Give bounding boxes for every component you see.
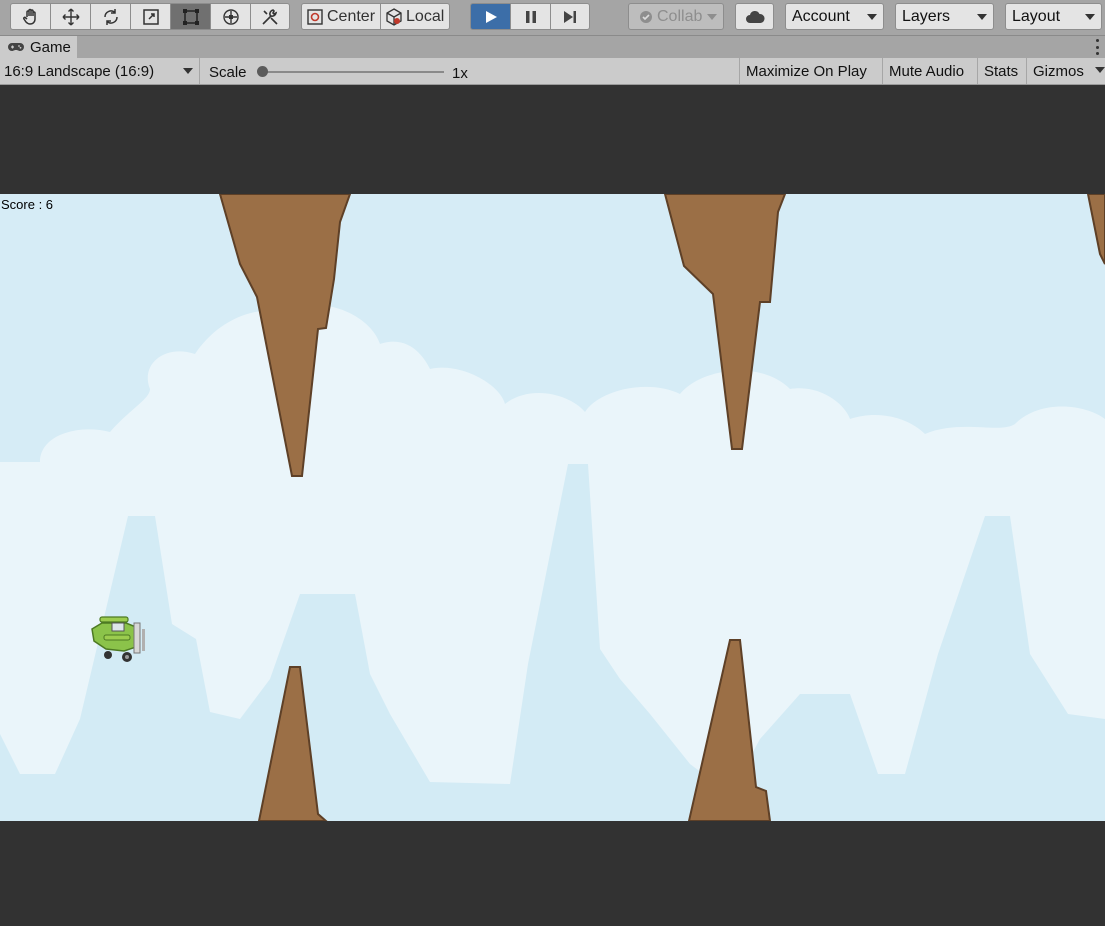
- pause-icon: [525, 10, 536, 23]
- transform-tools: [10, 3, 290, 30]
- chevron-down-icon: [867, 14, 877, 20]
- transform-icon: [222, 8, 239, 25]
- mute-audio-label: Mute Audio: [889, 62, 965, 80]
- play-button[interactable]: [470, 3, 510, 30]
- move-icon: [62, 8, 79, 25]
- rock-stalactite: [1086, 194, 1105, 265]
- check-circle-icon: [640, 10, 652, 23]
- hand-tool-button[interactable]: [10, 3, 50, 30]
- rect-transform-icon: [182, 8, 199, 25]
- hand-icon: [22, 8, 36, 25]
- step-button[interactable]: [550, 3, 590, 30]
- collab-dropdown[interactable]: Collab: [628, 3, 724, 30]
- local-cube-icon: [386, 7, 402, 26]
- tab-menu-icon[interactable]: [1096, 39, 1100, 55]
- maximize-on-play-label: Maximize On Play: [746, 62, 867, 80]
- account-dropdown[interactable]: Account: [785, 3, 884, 30]
- pivot-rotation-label: Local: [406, 7, 445, 25]
- pivot-mode-label: Center: [327, 7, 376, 25]
- scale-value: 1x: [452, 65, 468, 82]
- aspect-label: 16:9 Landscape (16:9): [4, 62, 155, 80]
- step-icon: [564, 10, 576, 23]
- chevron-down-icon: [707, 14, 717, 20]
- tab-game-label: Game: [30, 38, 71, 56]
- pivot-controls: Center Local: [301, 3, 451, 30]
- scale-slider-handle[interactable]: [257, 66, 268, 77]
- custom-tools-icon: [262, 8, 278, 25]
- stats-label: Stats: [984, 62, 1019, 80]
- score-text: Score : 6: [1, 197, 54, 212]
- tab-game[interactable]: Game: [0, 36, 77, 58]
- pause-button[interactable]: [510, 3, 550, 30]
- scale-tool-button[interactable]: [130, 3, 170, 30]
- account-label: Account: [792, 7, 850, 25]
- play-icon: [485, 10, 497, 23]
- cloud-button[interactable]: [735, 3, 774, 30]
- rect-tool-button[interactable]: [170, 3, 210, 30]
- game-scene: [0, 194, 1105, 821]
- layers-label: Layers: [902, 7, 951, 25]
- game-toolbar: 16:9 Landscape (16:9) Scale 1x Maximize …: [0, 58, 1105, 85]
- cloud-icon: [745, 10, 765, 23]
- aspect-dropdown[interactable]: 16:9 Landscape (16:9): [0, 58, 200, 84]
- game-tab-bar: Game: [0, 36, 1105, 58]
- pivot-mode-button[interactable]: Center: [301, 3, 381, 30]
- scale-icon: [142, 8, 159, 25]
- move-tool-button[interactable]: [50, 3, 90, 30]
- scale-label: Scale: [209, 64, 247, 81]
- gizmos-label: Gizmos: [1033, 62, 1084, 80]
- game-viewport[interactable]: Score : 6: [0, 194, 1105, 821]
- gamepad-icon: [8, 43, 24, 51]
- layout-label: Layout: [1012, 7, 1061, 25]
- playback-controls: [470, 3, 590, 30]
- main-toolbar: Center Local Collab Account Layers Layou: [0, 0, 1105, 36]
- collab-label: Collab: [657, 7, 703, 25]
- rotate-tool-button[interactable]: [90, 3, 130, 30]
- rotate-icon: [103, 8, 118, 25]
- mute-audio-toggle[interactable]: Mute Audio: [882, 58, 977, 84]
- pivot-center-icon: [307, 8, 323, 25]
- pivot-rotation-button[interactable]: Local: [380, 3, 451, 30]
- scale-slider[interactable]: [262, 71, 444, 73]
- maximize-on-play-toggle[interactable]: Maximize On Play: [739, 58, 882, 84]
- layout-dropdown[interactable]: Layout: [1005, 3, 1102, 30]
- gizmos-toggle[interactable]: Gizmos: [1026, 58, 1093, 84]
- chevron-down-icon: [1085, 14, 1095, 20]
- chevron-down-icon: [183, 68, 193, 74]
- transform-tool-button[interactable]: [210, 3, 250, 30]
- gizmos-dropdown-arrow-icon[interactable]: [1095, 67, 1105, 73]
- custom-tool-button[interactable]: [250, 3, 290, 30]
- stats-toggle[interactable]: Stats: [977, 58, 1026, 84]
- chevron-down-icon: [977, 14, 987, 20]
- layers-dropdown[interactable]: Layers: [895, 3, 994, 30]
